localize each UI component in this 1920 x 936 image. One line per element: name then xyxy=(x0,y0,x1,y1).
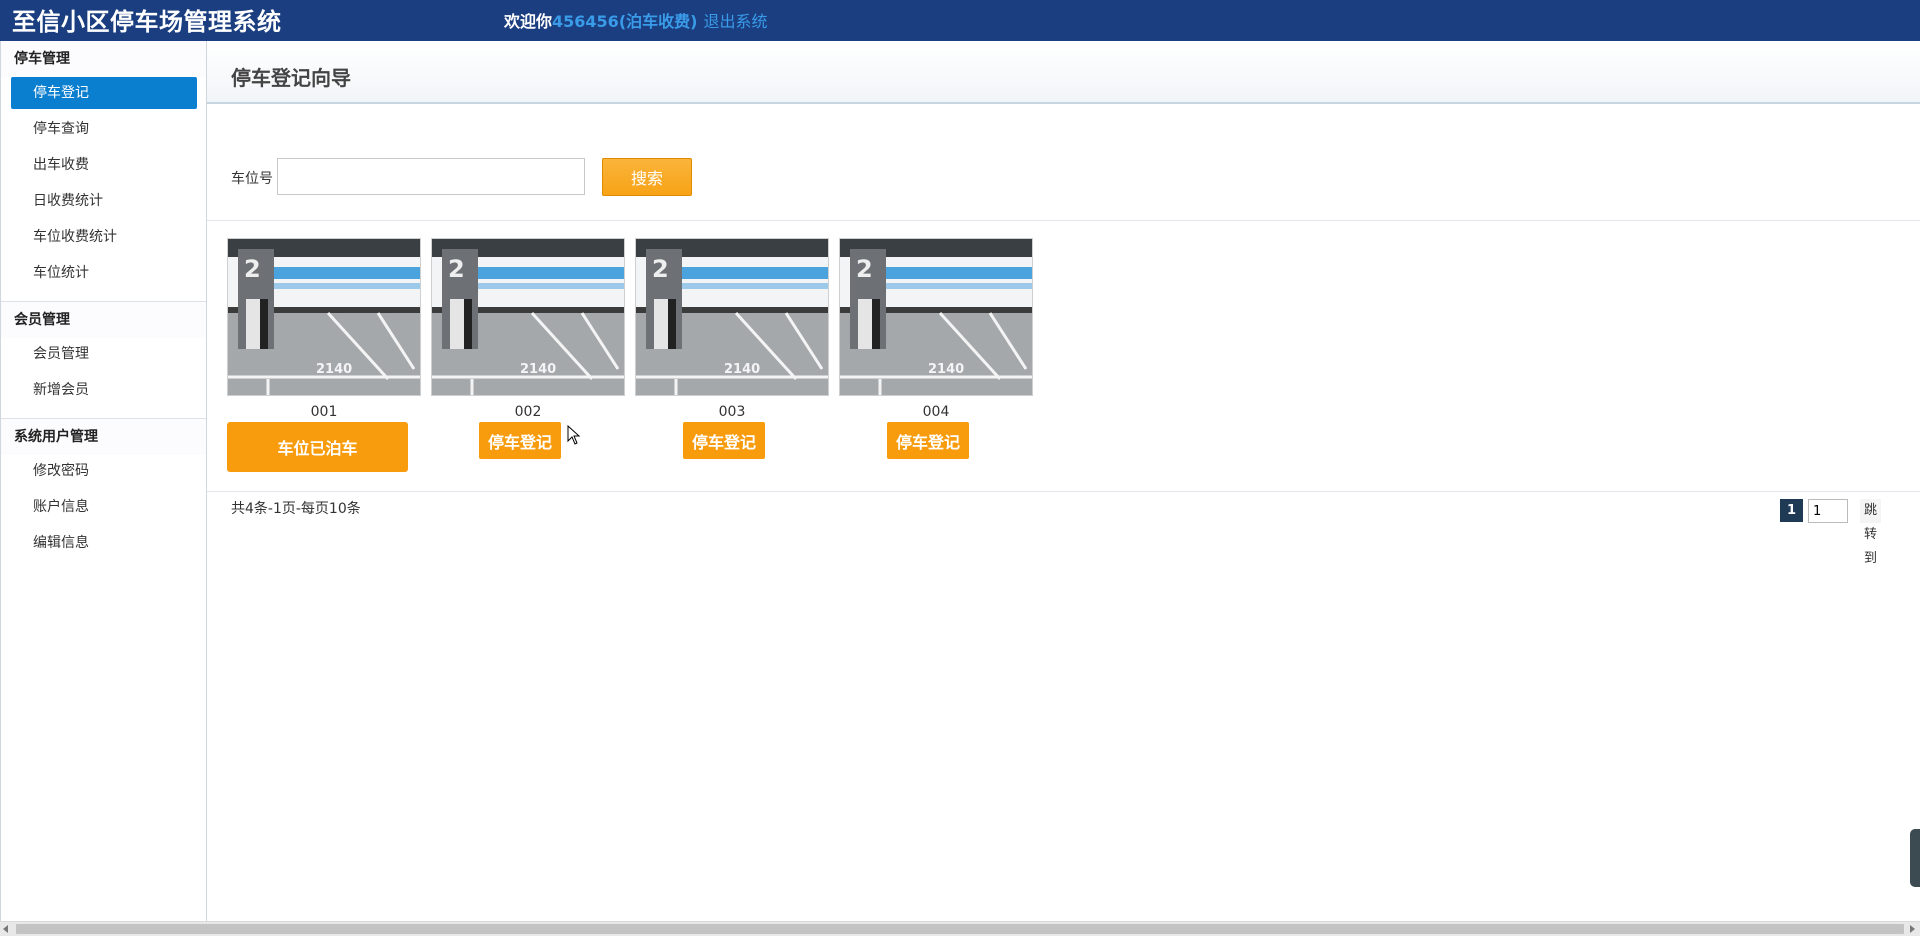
sidebar-item-spot-stats[interactable]: 车位统计 xyxy=(11,257,197,289)
sidebar: 停车管理 停车登记 停车查询 出车收费 日收费统计 车位收费统计 车位统计 会员… xyxy=(0,41,207,921)
welcome-prefix: 欢迎你 xyxy=(504,12,553,31)
page-number-current[interactable]: 1 xyxy=(1780,499,1803,522)
parking-spot-code: 004 xyxy=(922,404,950,420)
parking-spot-image: 2 2140 xyxy=(228,239,420,395)
parking-spot-image: 2 2140 xyxy=(432,239,624,395)
sidebar-item-daily-charge-stats[interactable]: 日收费统计 xyxy=(11,185,197,217)
parking-spot-code: 002 xyxy=(514,404,542,420)
floor-number: 2140 xyxy=(928,362,964,377)
pillar-number: 2 xyxy=(244,255,261,283)
parking-spot-code: 001 xyxy=(310,404,338,420)
sidebar-item-member-management[interactable]: 会员管理 xyxy=(11,338,197,370)
parking-spot-code: 003 xyxy=(718,404,746,420)
spot-number-input[interactable] xyxy=(277,158,585,195)
nav-group-title-system-users[interactable]: 系统用户管理 xyxy=(1,419,206,455)
nav-group-parking: 停车管理 停车登记 停车查询 出车收费 日收费统计 车位收费统计 车位统计 xyxy=(1,41,206,302)
top-header: 至信小区停车场管理系统 欢迎你456456(泊车收费) 退出系统 xyxy=(0,0,1920,41)
nav-group-title-parking[interactable]: 停车管理 xyxy=(1,41,206,77)
parking-spot-photo: 2 2140 xyxy=(227,238,421,396)
page-header: 停车登记向导 xyxy=(207,41,1920,104)
pillar-number: 2 xyxy=(856,255,873,283)
scroll-right-arrow-icon[interactable] xyxy=(1910,925,1915,933)
parking-register-button[interactable]: 停车登记 xyxy=(479,422,561,459)
scroll-left-arrow-icon[interactable] xyxy=(3,925,8,933)
search-bar: 车位号 搜索 xyxy=(207,106,1920,221)
spot-number-label: 车位号 xyxy=(231,171,273,187)
app-root: 至信小区停车场管理系统 欢迎你456456(泊车收费) 退出系统 停车管理 停车登… xyxy=(0,0,1920,936)
sidebar-item-exit-charge[interactable]: 出车收费 xyxy=(11,149,197,181)
logout-link[interactable]: 退出系统 xyxy=(703,12,767,31)
parking-register-button[interactable]: 停车登记 xyxy=(683,422,765,459)
nav-group-members: 会员管理 会员管理 新增会员 xyxy=(1,302,206,419)
spot-occupied-button[interactable]: 车位已泊车 xyxy=(227,422,408,472)
sidebar-item-edit-info[interactable]: 编辑信息 xyxy=(11,527,197,559)
nav-group-title-members[interactable]: 会员管理 xyxy=(1,302,206,338)
page-title: 停车登记向导 xyxy=(231,66,351,90)
parking-spot-photo: 2 2140 xyxy=(431,238,625,396)
sidebar-item-account-info[interactable]: 账户信息 xyxy=(11,491,197,523)
floor-number: 2140 xyxy=(724,362,760,377)
page-jump-button[interactable]: 跳转到 xyxy=(1860,499,1882,566)
page-jump-input[interactable] xyxy=(1808,499,1848,523)
current-user-label: 456456(泊车收费) xyxy=(552,12,698,31)
pagination-summary: 共4条-1页-每页10条 xyxy=(231,501,361,517)
scrollbar-thumb[interactable] xyxy=(16,924,1904,934)
parking-spot-photo: 2 2140 xyxy=(839,238,1033,396)
nav-group-system-users: 系统用户管理 修改密码 账户信息 编辑信息 xyxy=(1,419,206,571)
floating-side-widget[interactable] xyxy=(1910,829,1920,887)
sidebar-item-add-member[interactable]: 新增会员 xyxy=(11,374,197,406)
parking-register-button[interactable]: 停车登记 xyxy=(887,422,969,459)
mouse-cursor-icon xyxy=(567,425,581,445)
parking-spot-photo: 2 2140 xyxy=(635,238,829,396)
parking-spot-list: 2 2140 001 车位已泊车 2 2140 002 停车登记 2 2140 … xyxy=(207,222,1920,492)
sidebar-item-parking-register[interactable]: 停车登记 xyxy=(11,77,197,109)
sidebar-item-parking-query[interactable]: 停车查询 xyxy=(11,113,197,145)
system-title: 至信小区停车场管理系统 xyxy=(12,7,282,36)
sidebar-item-change-password[interactable]: 修改密码 xyxy=(11,455,197,487)
pillar-number: 2 xyxy=(448,255,465,283)
parking-spot-image: 2 2140 xyxy=(636,239,828,395)
floor-number: 2140 xyxy=(520,362,556,377)
search-button[interactable]: 搜索 xyxy=(602,158,692,196)
main-content: 停车登记向导 车位号 搜索 2 2140 001 车位已泊车 2 2140 00… xyxy=(207,41,1920,921)
welcome-area: 欢迎你456456(泊车收费) 退出系统 xyxy=(504,12,767,32)
horizontal-scrollbar[interactable] xyxy=(0,921,1920,936)
pillar-number: 2 xyxy=(652,255,669,283)
parking-spot-image: 2 2140 xyxy=(840,239,1032,395)
sidebar-item-spot-charge-stats[interactable]: 车位收费统计 xyxy=(11,221,197,253)
floor-number: 2140 xyxy=(316,362,352,377)
